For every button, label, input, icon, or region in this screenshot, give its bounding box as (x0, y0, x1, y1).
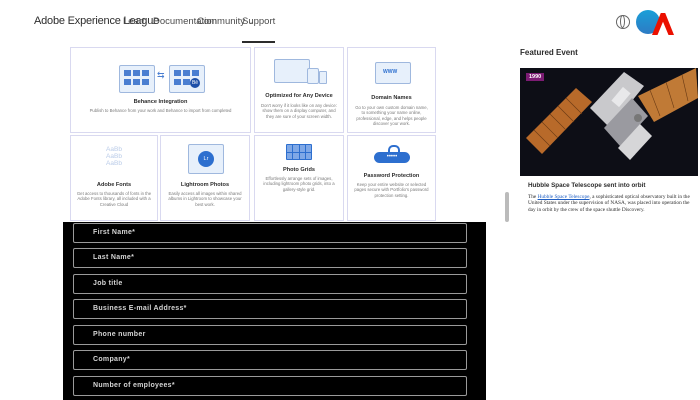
tablet-icon (307, 68, 319, 84)
feature-title: Behance Integration (133, 99, 188, 105)
scrollbar-thumb[interactable] (505, 192, 509, 222)
globe-icon[interactable] (616, 15, 630, 29)
feature-card-password[interactable]: ••••• Password Protection Keep your enti… (347, 135, 436, 221)
feature-card-behance[interactable]: ⇆ Bē Behance Integration Publish to Beha… (70, 47, 251, 133)
last-name-field[interactable]: Last Name* (73, 248, 467, 268)
feature-desc: Keep your entire website or selected pag… (354, 182, 429, 198)
photo-grid-icon (286, 144, 312, 160)
nav-learn-label: Learn (123, 16, 148, 27)
feature-desc: Effortlessly arrange sets of images, inc… (263, 176, 335, 192)
feature-card-lightroom[interactable]: Lr Lightroom Photos Easily access all im… (160, 135, 250, 221)
photo-frame-icon: Lr (188, 144, 224, 174)
nav-community-label: Community (197, 16, 246, 27)
business-email-field[interactable]: Business E-mail Address* (73, 299, 467, 319)
font-sample-icon: AaBb AaBb AaBb (106, 146, 122, 167)
job-title-field[interactable]: Job title (73, 274, 467, 294)
event-year-badge: 1990 (526, 73, 545, 81)
hubble-image (520, 68, 698, 176)
event-title[interactable]: Hubble Space Telescope sent into orbit (528, 182, 645, 189)
www-badge: WWW (383, 69, 398, 75)
features-panel: ⇆ Bē Behance Integration Publish to Beha… (0, 43, 511, 222)
company-field[interactable]: Company* (73, 350, 467, 370)
feature-card-devices[interactable]: Optimized for Any Device Don't worry if … (254, 47, 344, 133)
feature-desc: Publish to Behance from your work and Be… (89, 108, 232, 113)
feature-title: Adobe Fonts (96, 182, 132, 188)
feature-card-domain[interactable]: WWW Domain Names Go to your own custom d… (347, 47, 436, 133)
field-label: Business E-mail Address* (93, 305, 187, 312)
feature-title: Password Protection (363, 173, 420, 179)
feature-card-fonts[interactable]: AaBb AaBb AaBb Adobe Fonts Get access to t… (70, 135, 158, 221)
monitor-icon (274, 59, 310, 83)
grid-illustration-right: Bē (169, 65, 205, 93)
sync-arrows-icon: ⇆ (157, 70, 165, 80)
feature-desc: Go to your own custom domain name, to so… (355, 105, 428, 127)
feature-desc: Get access to thousands of fonts in the … (76, 191, 152, 207)
field-label: First Name* (93, 229, 136, 236)
grid-illustration-left (119, 65, 155, 93)
header-actions (614, 10, 674, 35)
nav-support[interactable]: Support (242, 16, 276, 43)
phone-icon (319, 71, 327, 84)
field-label: Company* (93, 356, 131, 363)
field-label: Job title (93, 280, 123, 287)
nav-learn[interactable]: Learn ⌄ (123, 16, 156, 27)
phone-number-field[interactable]: Phone number (73, 325, 467, 345)
password-dots: ••••• (374, 152, 410, 163)
featured-heading: Featured Event (520, 48, 578, 57)
site-header: Adobe Experience League Learn ⌄ Documenta… (0, 0, 700, 44)
feature-title: Photo Grids (282, 167, 315, 173)
event-photo[interactable]: 1990 (520, 68, 698, 176)
field-label: Phone number (93, 331, 146, 338)
first-name-field[interactable]: First Name* (73, 223, 467, 243)
feature-desc: Don't worry if it looks like on any devi… (260, 103, 338, 119)
number-of-employees-field[interactable]: Number of employees* (73, 376, 467, 396)
contact-form: First Name* Last Name* Job title Busines… (63, 222, 486, 400)
field-label: Last Name* (93, 254, 135, 261)
lightroom-icon: Lr (198, 151, 214, 167)
feature-title: Lightroom Photos (180, 182, 230, 188)
event-description: The Hubble Space Telescope, a sophistica… (528, 194, 698, 213)
feature-title: Domain Names (371, 95, 412, 101)
page-background (0, 222, 63, 400)
field-label: Number of employees* (93, 382, 175, 389)
feature-title: Optimized for Any Device (265, 93, 333, 99)
feature-card-photogrids[interactable]: Photo Grids Effortlessly arrange sets of… (254, 135, 344, 221)
feature-desc: Easily access all images within shared a… (168, 191, 242, 207)
browser-icon: WWW (375, 62, 411, 84)
